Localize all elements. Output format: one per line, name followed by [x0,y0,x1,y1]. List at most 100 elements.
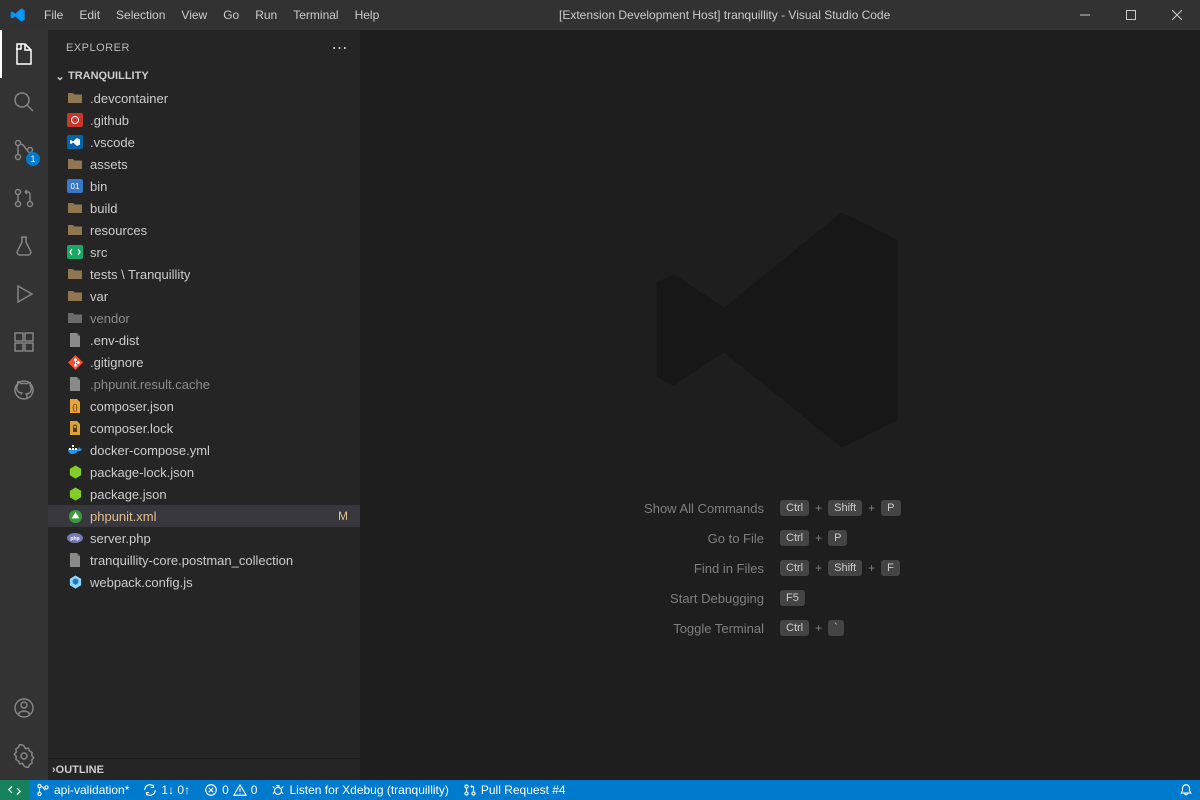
status-problems[interactable]: 0 0 [197,780,264,800]
shortcut-keys: F5 [780,590,1160,606]
activity-github[interactable] [0,366,48,414]
svg-text:php: php [70,536,79,542]
keycap: F5 [780,590,805,606]
folder-brown [66,155,84,173]
menu-terminal[interactable]: Terminal [285,0,346,30]
tree-file[interactable]: composer.lock [48,417,360,439]
tree-item-label: tranquillity-core.postman_collection [90,553,293,568]
node-icon [66,485,84,503]
close-button[interactable] [1154,0,1200,30]
tree-file[interactable]: {}composer.json [48,395,360,417]
key-separator: + [815,531,822,545]
sidebar-title: EXPLORER [66,42,130,54]
outline-label: OUTLINE [56,764,104,776]
tree-folder[interactable]: 01bin [48,175,360,197]
error-count: 0 [222,783,229,797]
activity-search[interactable] [0,78,48,126]
key-separator: + [815,561,822,575]
tree-file[interactable]: package-lock.json [48,461,360,483]
tree-file[interactable]: .phpunit.result.cache [48,373,360,395]
activity-pull-requests[interactable] [0,174,48,222]
folder-brown [66,265,84,283]
shortcut-label: Go to File [400,531,780,546]
php-icon: php [66,529,84,547]
explorer-section-header[interactable]: ⌄ TRANQUILLITY [48,65,360,87]
tree-item-label: var [90,289,108,304]
outline-section-header[interactable]: › OUTLINE [48,758,360,780]
activity-extensions[interactable] [0,318,48,366]
menu-help[interactable]: Help [347,0,388,30]
menu-edit[interactable]: Edit [71,0,108,30]
welcome-shortcuts: Show All CommandsCtrl+Shift+P Go to FileC… [360,500,1200,650]
vscode-folder [66,133,84,151]
menubar: File Edit Selection View Go Run Terminal… [36,0,387,30]
status-pull-request[interactable]: Pull Request #4 [456,780,573,800]
activity-scm[interactable]: 1 [0,126,48,174]
tree-item-label: src [90,245,107,260]
github-folder [66,111,84,129]
vscode-watermark-icon [640,190,920,470]
activity-settings[interactable] [0,732,48,780]
status-branch[interactable]: api-validation* [29,780,136,800]
keycap: Ctrl [780,500,809,516]
key-separator: + [815,621,822,635]
shortcut-label: Find in Files [400,561,780,576]
tree-folder[interactable]: vendor [48,307,360,329]
status-remote[interactable] [0,780,29,800]
tree-folder[interactable]: assets [48,153,360,175]
vscode-app-icon [0,7,36,23]
tree-file[interactable]: .gitignore [48,351,360,373]
tree-folder[interactable]: .github [48,109,360,131]
activity-explorer[interactable] [0,30,48,78]
tree-item-label: .phpunit.result.cache [90,377,210,392]
tree-item-label: .devcontainer [90,91,168,106]
shortcut-keys: Ctrl+Shift+P [780,500,1160,516]
tree-file[interactable]: package.json [48,483,360,505]
window-controls [1062,0,1200,30]
tree-folder[interactable]: src [48,241,360,263]
shortcut-row: Find in FilesCtrl+Shift+F [360,560,1200,576]
shortcut-row: Toggle TerminalCtrl+` [360,620,1200,636]
branch-name: api-validation* [54,783,129,797]
tree-file[interactable]: .env-dist [48,329,360,351]
tree-item-label: resources [90,223,147,238]
minimize-button[interactable] [1062,0,1108,30]
src-folder [66,243,84,261]
file-gray [66,375,84,393]
activity-run-debug[interactable] [0,270,48,318]
menu-selection[interactable]: Selection [108,0,173,30]
tree-file[interactable]: tranquillity-core.postman_collection [48,549,360,571]
shortcut-label: Toggle Terminal [400,621,780,636]
tree-folder[interactable]: .vscode [48,131,360,153]
tree-folder[interactable]: resources [48,219,360,241]
tree-folder[interactable]: build [48,197,360,219]
tree-file[interactable]: docker-compose.yml [48,439,360,461]
menu-run[interactable]: Run [247,0,285,30]
maximize-button[interactable] [1108,0,1154,30]
sidebar-header: EXPLORER ⋯ [48,30,360,65]
status-sync[interactable]: 1↓ 0↑ [136,780,197,800]
tree-file[interactable]: phpunit.xml M [48,505,360,527]
activity-bar: 1 [0,30,48,780]
tree-item-label: composer.lock [90,421,173,436]
menu-view[interactable]: View [173,0,215,30]
status-debug[interactable]: Listen for Xdebug (tranquillity) [264,780,455,800]
tree-file[interactable]: phpserver.php [48,527,360,549]
project-name: TRANQUILLITY [68,70,149,82]
docker-icon [66,441,84,459]
sidebar-more-icon[interactable]: ⋯ [332,38,349,58]
activity-testing[interactable] [0,222,48,270]
shortcut-row: Show All CommandsCtrl+Shift+P [360,500,1200,516]
tree-folder[interactable]: tests \ Tranquillity [48,263,360,285]
activity-accounts[interactable] [0,684,48,732]
tree-folder[interactable]: var [48,285,360,307]
tree-item-label: phpunit.xml [90,509,156,524]
menu-file[interactable]: File [36,0,71,30]
modified-indicator: M [338,509,348,523]
tree-file[interactable]: webpack.config.js [48,571,360,593]
menu-go[interactable]: Go [215,0,247,30]
chevron-down-icon: ⌄ [52,70,68,83]
status-notifications[interactable] [1172,780,1200,800]
tree-folder[interactable]: .devcontainer [48,87,360,109]
titlebar: File Edit Selection View Go Run Terminal… [0,0,1200,30]
